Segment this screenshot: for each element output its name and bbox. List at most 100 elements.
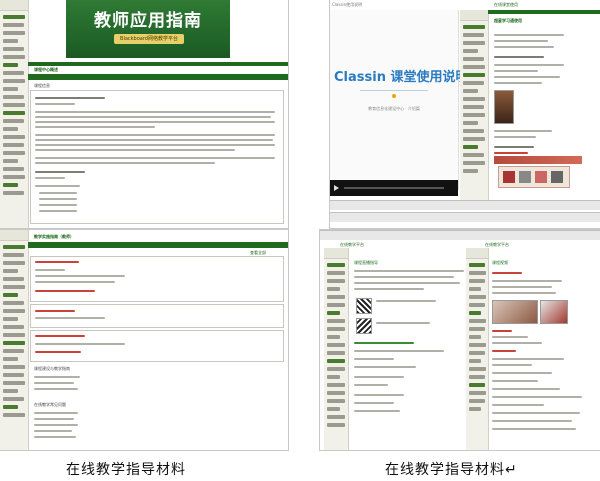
sidebar-item[interactable] [3,151,25,155]
sidebar-item[interactable] [3,277,24,281]
link-line[interactable] [354,342,414,344]
sidebar-item[interactable] [327,415,345,419]
sidebar-item[interactable] [463,161,485,165]
sidebar-item[interactable] [327,383,345,387]
sidebar-item[interactable] [3,47,24,51]
sidebar-item[interactable] [463,49,479,53]
sidebar-item[interactable] [3,341,25,345]
sidebar-item[interactable] [3,143,24,147]
sidebar-item[interactable] [3,317,19,321]
sidebar-item[interactable] [327,271,345,275]
taskbar[interactable] [330,212,600,222]
sidebar-item[interactable] [327,391,345,395]
sidebar-item[interactable] [3,23,24,27]
sidebar-item[interactable] [469,271,486,275]
sidebar-item[interactable] [469,319,486,323]
sidebar-item[interactable] [3,111,25,115]
sidebar-item[interactable] [469,279,485,283]
sidebar-item[interactable] [3,285,25,289]
sidebar-item[interactable] [469,263,485,267]
sidebar-item[interactable] [3,333,25,337]
sidebar-item[interactable] [463,65,485,69]
sidebar-item[interactable] [463,81,484,85]
sidebar-item[interactable] [463,169,479,173]
list-item-2[interactable]: 在线教学常见问题 [34,402,66,407]
sidebar-item[interactable] [463,25,485,29]
sidebar-item[interactable] [3,15,25,19]
sidebar-item[interactable] [469,359,482,363]
sidebar-item[interactable] [3,175,25,179]
sidebar-item[interactable] [327,295,345,299]
sidebar-item[interactable] [3,63,19,67]
sidebar-item[interactable] [469,399,485,403]
sidebar-item[interactable] [3,87,19,91]
sidebar-item[interactable] [3,381,25,385]
video-player[interactable]: Classin 课堂使用说明 教育信息化建设中心 · 介绍篇 [330,10,468,190]
link-line[interactable] [35,261,79,263]
link-line[interactable] [492,272,522,274]
link-line[interactable] [492,330,512,332]
sidebar-item[interactable] [469,375,485,379]
link-line[interactable] [35,335,85,337]
sidebar-item[interactable] [463,57,484,61]
sidebar-item[interactable] [463,89,479,93]
list-item-1[interactable]: 课程建设与教学指南 [34,366,70,371]
sidebar-item[interactable] [3,159,19,163]
sidebar-item[interactable] [3,167,24,171]
sidebar-item[interactable] [463,97,485,101]
sidebar-item[interactable] [469,407,482,411]
sidebar-item[interactable] [469,303,485,307]
sidebar-item[interactable] [469,383,485,387]
sidebar-item[interactable] [463,73,485,77]
sidebar-item[interactable] [3,365,25,369]
sidebar-item[interactable] [3,269,19,273]
red-toolbar[interactable] [494,156,582,164]
play-icon[interactable] [334,185,339,191]
sidebar-item[interactable] [3,405,19,409]
sidebar-item[interactable] [469,327,485,331]
browser-tabs[interactable] [320,230,600,240]
sidebar-item[interactable] [469,391,486,395]
sidebar-item[interactable] [327,375,341,379]
link-line[interactable] [494,152,528,154]
sidebar-item[interactable] [3,119,24,123]
sidebar-item[interactable] [327,287,341,291]
video-controls[interactable] [330,180,458,196]
sidebar-item[interactable] [3,373,24,377]
sidebar-item[interactable] [3,39,19,43]
sidebar-item[interactable] [327,327,345,331]
sidebar-item[interactable] [327,335,341,339]
sidebar-item[interactable] [327,351,345,355]
sidebar-item[interactable] [327,399,345,403]
sidebar-item[interactable] [327,319,345,323]
sidebar-item[interactable] [463,145,479,149]
sidebar-item[interactable] [327,367,345,371]
sidebar-item[interactable] [3,55,25,59]
sidebar-item[interactable] [3,325,24,329]
sidebar-item[interactable] [463,153,484,157]
sidebar-item[interactable] [3,253,24,257]
link-line[interactable] [492,350,516,352]
link-line[interactable] [35,290,95,292]
sidebar-item[interactable] [3,309,25,313]
sidebar-item[interactable] [3,31,25,35]
sidebar-item[interactable] [3,135,25,139]
sidebar-item[interactable] [463,137,485,141]
sidebar-item[interactable] [327,423,345,427]
sidebar-item[interactable] [469,335,482,339]
sidebar-item[interactable] [3,301,24,305]
sidebar-item[interactable] [463,105,484,109]
sidebar-item[interactable] [3,103,25,107]
sidebar-item[interactable] [3,397,24,401]
sidebar-item[interactable] [3,183,19,187]
link-line[interactable] [35,310,75,312]
sidebar-item[interactable] [469,311,482,315]
sidebar-item[interactable] [3,413,25,417]
sidebar-item[interactable] [463,33,484,37]
sidebar-item[interactable] [3,127,19,131]
progress-track[interactable] [344,187,444,189]
sidebar-item[interactable] [463,121,479,125]
sidebar-item[interactable] [463,113,485,117]
sidebar-item[interactable] [469,343,486,347]
sidebar-item[interactable] [3,357,19,361]
